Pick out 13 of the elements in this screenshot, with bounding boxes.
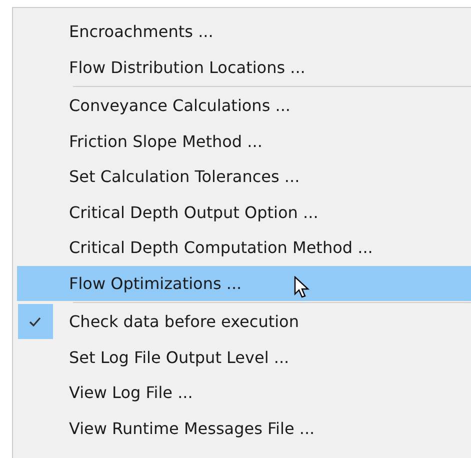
menu-item[interactable]: Encroachments ... bbox=[17, 14, 471, 50]
menu-item[interactable]: Friction Slope Method ... bbox=[17, 124, 471, 159]
menu-item[interactable]: Critical Depth Output Option ... bbox=[17, 194, 471, 230]
menu-item[interactable]: Set Calculation Tolerances ... bbox=[17, 159, 471, 194]
menu-item[interactable]: Set Log File Output Level ... bbox=[17, 340, 471, 375]
menu-item[interactable]: Check data before execution bbox=[17, 304, 471, 340]
menu-item[interactable]: Critical Depth Computation Method ... bbox=[17, 230, 471, 266]
pointer-icon bbox=[294, 276, 310, 300]
menu-item[interactable]: Conveyance Calculations ... bbox=[17, 88, 471, 124]
menu-item[interactable]: Flow Optimizations ... bbox=[17, 266, 471, 301]
menu-item[interactable]: View Log File ... bbox=[17, 375, 471, 410]
menu-item[interactable]: Flow Distribution Locations ... bbox=[17, 50, 471, 85]
menu-item[interactable]: View Runtime Messages File ... bbox=[17, 410, 471, 446]
